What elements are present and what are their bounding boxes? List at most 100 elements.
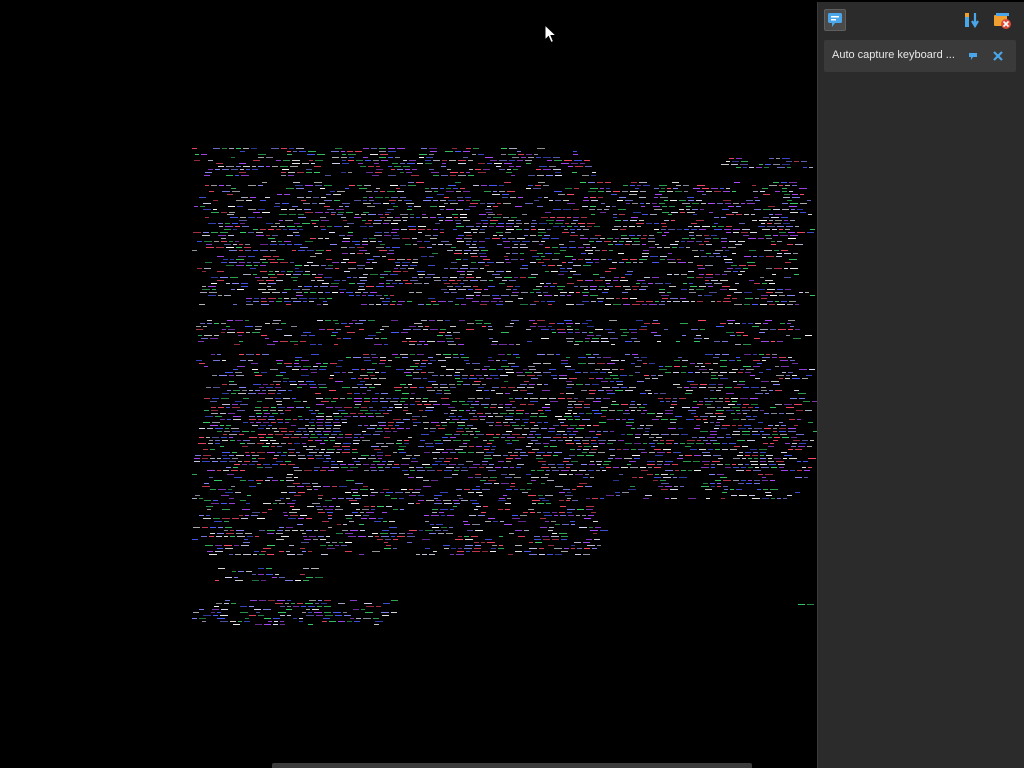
glitch-dash [381, 372, 386, 373]
glitch-dash [431, 301, 436, 302]
sort-icon[interactable] [961, 9, 983, 31]
glitch-dash [727, 268, 733, 269]
glitch-dash [583, 244, 590, 245]
glitch-dash [609, 410, 615, 411]
glitch-dash [516, 223, 522, 224]
glitch-dash [702, 194, 706, 195]
glitch-dash [588, 191, 596, 192]
glitch-dash [731, 265, 737, 266]
glitch-dash [216, 603, 222, 604]
glitch-dash [623, 226, 627, 227]
glitch-dash [239, 244, 243, 245]
glitch-dash [393, 548, 397, 549]
glitch-dash [499, 169, 505, 170]
glitch-dash [377, 464, 385, 465]
pin-icon[interactable] [967, 49, 981, 63]
close-icon[interactable] [991, 49, 1005, 63]
glitch-dash [637, 381, 644, 382]
glitch-dash [347, 393, 352, 394]
glitch-dash [244, 621, 250, 622]
glitch-dash [438, 244, 443, 245]
glitch-dash [489, 226, 494, 227]
glitch-dash [341, 419, 347, 420]
glitch-dash [265, 197, 270, 198]
glitch-dash [275, 387, 281, 388]
glitch-dash [396, 422, 404, 423]
glitch-dash [288, 518, 296, 519]
glitch-dash [514, 226, 519, 227]
glitch-dash [480, 304, 487, 305]
glitch-dash [772, 434, 778, 435]
glitch-dash [550, 401, 558, 402]
glitch-dash [447, 341, 454, 342]
glitch-dash [357, 253, 363, 254]
glitch-dash [660, 259, 665, 260]
glitch-dash [802, 378, 808, 379]
glitch-dash [290, 341, 298, 342]
glitch-dash [635, 437, 640, 438]
glitch-dash [673, 398, 677, 399]
glitch-dash [648, 283, 653, 284]
glitch-dash [559, 375, 567, 376]
glitch-dash [766, 256, 774, 257]
glitch-dash [787, 200, 792, 201]
glitch-dash [687, 197, 694, 198]
glitch-dash [288, 464, 295, 465]
glitch-dash [341, 262, 346, 263]
glitch-dash [466, 235, 472, 236]
glitch-dash [530, 512, 535, 513]
glitch-dash [428, 372, 434, 373]
glitch-dash [279, 244, 285, 245]
glitch-dash [484, 191, 491, 192]
glitch-dash [259, 600, 266, 601]
glitch-dash [232, 431, 240, 432]
glitch-dash [385, 366, 391, 367]
glitch-dash [320, 217, 326, 218]
glitch-dash [606, 495, 614, 496]
glitch-dash [472, 154, 476, 155]
glitch-dash [422, 539, 430, 540]
remote-display-area[interactable] [0, 0, 818, 768]
glitch-dash [363, 200, 367, 201]
glitch-dash [443, 354, 451, 355]
glitch-dash [488, 357, 492, 358]
glitch-dash [637, 360, 642, 361]
glitch-dash [258, 574, 264, 575]
glitch-dash [373, 223, 381, 224]
glitch-dash [494, 483, 499, 484]
glitch-dash [479, 214, 486, 215]
glitch-dash [482, 384, 486, 385]
glitch-dash [410, 214, 414, 215]
glitch-dash [388, 259, 395, 260]
glitch-dash [668, 229, 675, 230]
glitch-dash [709, 292, 717, 293]
glitch-dash [355, 323, 363, 324]
glitch-dash [409, 292, 414, 293]
glitch-dash [276, 461, 283, 462]
glitch-dash [392, 283, 397, 284]
glitch-dash [610, 375, 618, 376]
glitch-dash [573, 151, 577, 152]
glitch-dash [549, 200, 553, 201]
glitch-dash [489, 464, 494, 465]
glitch-dash [213, 615, 218, 616]
glitch-dash [445, 244, 452, 245]
glitch-dash [793, 253, 798, 254]
glitch-dash [344, 226, 349, 227]
glitch-dash [379, 425, 386, 426]
glitch-dash [499, 545, 503, 546]
glitch-dash [722, 425, 730, 426]
glitch-dash [688, 226, 692, 227]
glitch-dash [232, 518, 239, 519]
glitch-dash [715, 274, 720, 275]
clear-all-icon[interactable] [991, 9, 1013, 31]
glitch-dash [761, 387, 766, 388]
glitch-dash [368, 416, 374, 417]
glitch-dash [693, 401, 697, 402]
chat-bubble-icon[interactable] [824, 9, 846, 31]
notification-item[interactable]: Auto capture keyboard ... [824, 40, 1016, 72]
glitch-dash [481, 542, 485, 543]
glitch-dash [708, 286, 713, 287]
glitch-dash [210, 489, 216, 490]
glitch-dash [400, 509, 404, 510]
